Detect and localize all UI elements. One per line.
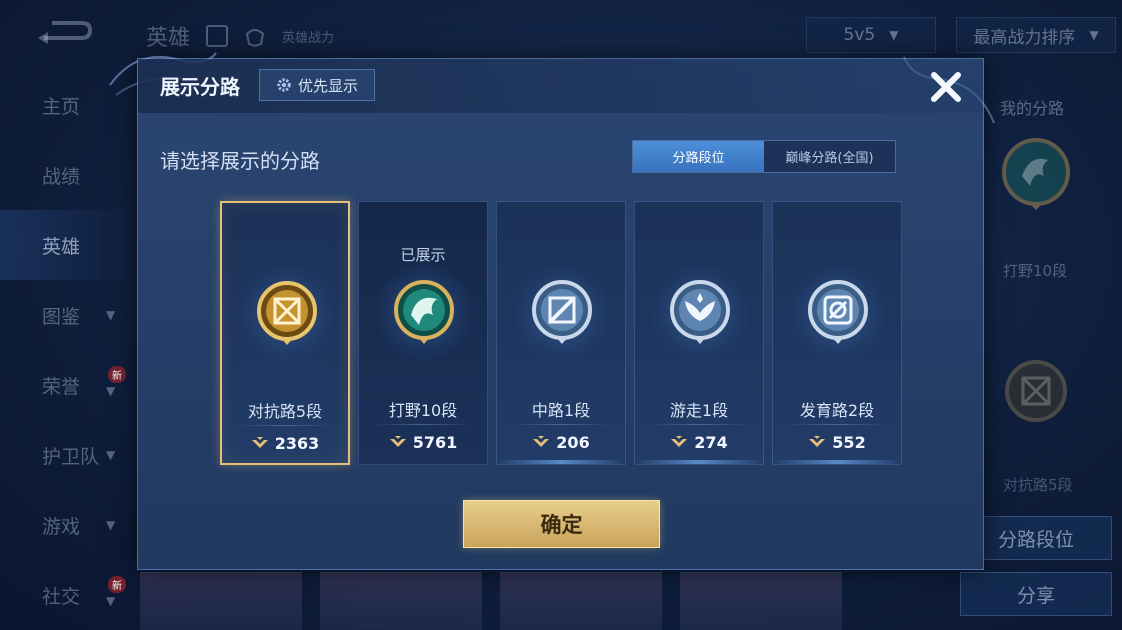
confirm-button[interactable]: 确定 bbox=[463, 500, 660, 548]
chevron-down-icon: ▼ bbox=[106, 308, 116, 322]
power-chevron-icon bbox=[389, 435, 406, 447]
new-badge: 新 bbox=[108, 576, 126, 593]
sidebar-item-guards[interactable]: 护卫队 ▼ bbox=[0, 420, 135, 490]
my-lane-label: 我的分路 bbox=[1000, 99, 1065, 118]
sidebar-item-social[interactable]: 社交 新 ▼ bbox=[0, 560, 135, 630]
list-view-icon[interactable] bbox=[206, 25, 229, 47]
dialog-title: 展示分路 bbox=[160, 75, 240, 99]
hero-card[interactable] bbox=[680, 572, 842, 630]
lane-name: 游走1段 bbox=[669, 401, 729, 420]
power-chevron-icon bbox=[533, 435, 550, 447]
sort-select[interactable]: 最高战力排序 ▼ bbox=[956, 17, 1116, 53]
dialog-subtitle: 请选择展示的分路 bbox=[160, 149, 320, 173]
sidebar-item-label: 游戏 bbox=[42, 515, 81, 538]
back-arrow-icon bbox=[38, 21, 93, 44]
sidebar-item-label: 荣誉 bbox=[42, 375, 81, 398]
chevron-down-icon: ▼ bbox=[889, 28, 899, 42]
sort-select-value: 最高战力排序 bbox=[973, 27, 1076, 48]
power-chevron-icon bbox=[251, 436, 268, 448]
sidebar-item-games[interactable]: 游戏 ▼ bbox=[0, 490, 135, 560]
divider bbox=[373, 424, 473, 425]
silver-target-emblem-icon bbox=[808, 280, 868, 344]
sidebar-nav: 主页 战绩 英雄 图鉴 ▼ 荣誉 新 ▼ 护卫队 ▼ 游戏 ▼ 社交 新 ▼ bbox=[0, 70, 135, 630]
divider bbox=[649, 424, 749, 425]
priority-display-label: 优先显示 bbox=[297, 76, 358, 95]
lane-score-value: 552 bbox=[832, 433, 866, 452]
sidebar-item-label: 社交 bbox=[42, 585, 81, 608]
chevron-down-icon: ▼ bbox=[106, 518, 116, 532]
card-bottom-glow bbox=[497, 460, 625, 464]
lane-score: 5761 bbox=[359, 433, 487, 452]
chevron-down-icon: ▼ bbox=[1089, 28, 1099, 42]
lane-card-farm[interactable]: 发育路2段 552 bbox=[772, 201, 902, 465]
lane-name: 中路1段 bbox=[531, 401, 591, 420]
sidebar-item-label: 护卫队 bbox=[42, 445, 100, 468]
new-badge: 新 bbox=[108, 366, 126, 383]
mode-select[interactable]: 5v5 ▼ bbox=[806, 17, 936, 53]
show-lane-dialog: 展示分路 优先显示 请选择展示的分路 分路段位 巅峰分路(全国) 对抗路5段 2… bbox=[109, 52, 995, 570]
chevron-down-icon: ▼ bbox=[106, 384, 116, 398]
sidebar-item-label: 主页 bbox=[42, 95, 81, 118]
chevron-down-icon: ▼ bbox=[106, 448, 116, 462]
card-bottom-glow bbox=[635, 460, 763, 464]
rank-type-tabs: 分路段位 巅峰分路(全国) bbox=[632, 140, 896, 173]
lane-score: 274 bbox=[635, 433, 763, 452]
card-bottom-glow bbox=[773, 460, 901, 464]
my-lane-rank-jungle: 打野10段 bbox=[1003, 262, 1068, 280]
priority-display-button[interactable]: 优先显示 bbox=[259, 69, 375, 101]
lane-card-jungle[interactable]: 已展示 打野10段 5761 bbox=[358, 201, 488, 465]
lane-name: 发育路2段 bbox=[799, 401, 875, 420]
hero-card-strip bbox=[140, 572, 960, 630]
sidebar-item-honors[interactable]: 荣誉 新 ▼ bbox=[0, 350, 135, 420]
power-chevron-icon bbox=[671, 435, 688, 447]
lane-score: 2363 bbox=[222, 434, 348, 453]
lane-score-value: 206 bbox=[556, 433, 590, 452]
lane-name: 对抗路5段 bbox=[247, 402, 323, 421]
power-chevron-icon bbox=[809, 435, 826, 447]
lane-score-value: 5761 bbox=[412, 433, 458, 452]
lane-card-mid[interactable]: 中路1段 206 bbox=[496, 201, 626, 465]
sidebar-item-label: 英雄 bbox=[42, 235, 81, 258]
divider bbox=[236, 425, 334, 426]
lane-card-list: 对抗路5段 2363 已展示 打野10段 5761 中路1段 206 游走1段 … bbox=[220, 201, 903, 465]
jungle-emblem-icon bbox=[1002, 138, 1070, 210]
lane-card-topline[interactable]: 对抗路5段 2363 bbox=[220, 201, 350, 465]
lane-card-roam[interactable]: 游走1段 274 bbox=[634, 201, 764, 465]
sidebar-item-label: 图鉴 bbox=[42, 305, 81, 328]
tab-lane-rank[interactable]: 分路段位 bbox=[633, 141, 764, 172]
chevron-down-icon: ▼ bbox=[106, 594, 116, 608]
lane-name: 打野10段 bbox=[388, 401, 458, 420]
topline-emblem-icon bbox=[1005, 360, 1067, 422]
silver-slash-emblem-icon bbox=[532, 280, 592, 344]
hero-card[interactable] bbox=[320, 572, 482, 630]
gear-icon bbox=[277, 78, 291, 92]
hero-mask-icon bbox=[245, 29, 265, 47]
sidebar-item-label: 战绩 bbox=[42, 165, 81, 188]
share-button[interactable]: 分享 bbox=[960, 572, 1112, 616]
tab-peak-lane-national[interactable]: 巅峰分路(全国) bbox=[764, 141, 895, 172]
back-button[interactable] bbox=[34, 18, 94, 50]
divider bbox=[787, 424, 887, 425]
sidebar-item-records[interactable]: 战绩 bbox=[0, 140, 135, 210]
lane-score: 206 bbox=[497, 433, 625, 452]
mode-select-value: 5v5 bbox=[843, 25, 876, 45]
dialog-header: 展示分路 优先显示 bbox=[138, 59, 983, 113]
close-icon[interactable] bbox=[926, 67, 966, 107]
sidebar-item-codex[interactable]: 图鉴 ▼ bbox=[0, 280, 135, 350]
sidebar-item-heroes[interactable]: 英雄 bbox=[0, 210, 135, 280]
my-lane-rank-topline: 对抗路5段 bbox=[1003, 476, 1073, 494]
hero-card[interactable] bbox=[500, 572, 662, 630]
silver-wings-emblem-icon bbox=[670, 280, 730, 344]
lane-score-value: 2363 bbox=[274, 434, 320, 453]
hero-power-label: 英雄战力 bbox=[282, 30, 335, 46]
lane-score: 552 bbox=[773, 433, 901, 452]
lane-score-value: 274 bbox=[694, 433, 728, 452]
hero-card[interactable] bbox=[140, 572, 302, 630]
gold-crossed-swords-emblem-icon bbox=[257, 281, 317, 345]
divider bbox=[511, 424, 611, 425]
green-dragon-emblem-icon bbox=[394, 280, 454, 344]
